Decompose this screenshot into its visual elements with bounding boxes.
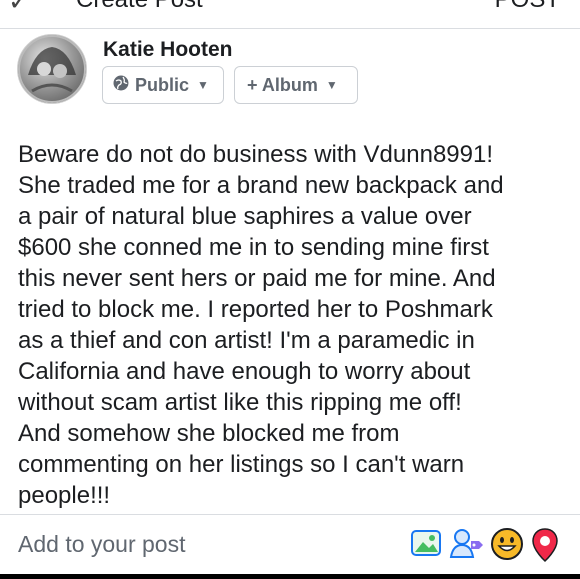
avatar[interactable]: [17, 34, 87, 104]
composer-header: ✓ Create Post POST: [0, 0, 580, 29]
privacy-selector[interactable]: Public ▼: [102, 66, 224, 104]
system-nav-bar: [0, 574, 580, 579]
location-icon[interactable]: [531, 527, 559, 568]
privacy-label: Public: [135, 74, 190, 95]
post-text[interactable]: Beware do not do business with Vdunn8991…: [18, 139, 566, 511]
chevron-down-icon: ▼: [197, 78, 209, 92]
album-label: + Album: [247, 74, 318, 95]
globe-icon: [113, 75, 129, 96]
album-selector[interactable]: + Album ▼: [234, 66, 358, 104]
avatar-image: [18, 35, 86, 103]
page-title: Create Post: [76, 0, 203, 14]
author-name: Katie Hooten: [103, 38, 233, 61]
post-button[interactable]: POST: [495, 0, 560, 14]
tag-people-icon[interactable]: [449, 527, 485, 564]
back-icon[interactable]: ✓: [8, 0, 30, 17]
add-to-post-bar[interactable]: Add to your post: [0, 514, 580, 575]
feeling-icon[interactable]: [490, 527, 524, 566]
chevron-down-icon: ▼: [325, 78, 338, 92]
add-to-post-label[interactable]: Add to your post: [18, 531, 186, 558]
photo-icon[interactable]: [410, 527, 442, 564]
